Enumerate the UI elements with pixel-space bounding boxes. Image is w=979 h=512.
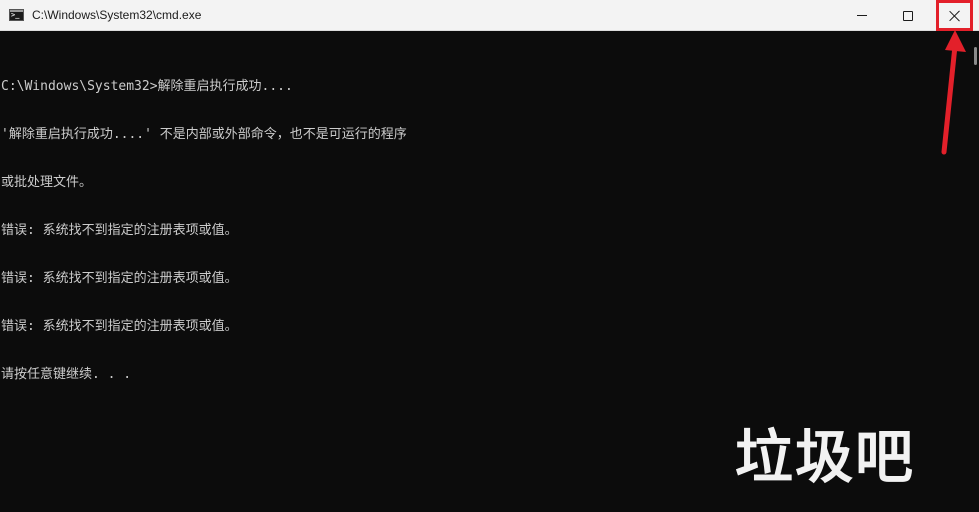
minimize-button[interactable] — [839, 0, 885, 31]
annotation-arrow-icon — [941, 30, 966, 155]
close-button-highlight — [936, 0, 973, 31]
cmd-window: C:\Windows\System32\cmd.exe C:\Windows\S… — [0, 0, 979, 512]
console-line: 请按任意键继续. . . — [1, 367, 132, 382]
console-line: 错误: 系统找不到指定的注册表项或值。 — [1, 271, 238, 286]
console-line: 错误: 系统找不到指定的注册表项或值。 — [1, 319, 238, 334]
window-title: C:\Windows\System32\cmd.exe — [32, 8, 202, 22]
console-line: 错误: 系统找不到指定的注册表项或值。 — [1, 223, 238, 238]
console-line: C:\Windows\System32>解除重启执行成功.... — [1, 79, 293, 94]
title-bar[interactable]: C:\Windows\System32\cmd.exe — [0, 0, 979, 31]
minimize-icon — [857, 15, 867, 16]
console-line: '解除重启执行成功....' 不是内部或外部命令，也不是可运行的程序 — [1, 127, 407, 142]
overlay-caption: 垃圾吧 — [735, 423, 916, 491]
maximize-button[interactable] — [885, 0, 931, 31]
cmd-icon — [9, 9, 24, 21]
maximize-icon — [903, 10, 913, 21]
console-line: 或批处理文件。 — [1, 175, 93, 190]
